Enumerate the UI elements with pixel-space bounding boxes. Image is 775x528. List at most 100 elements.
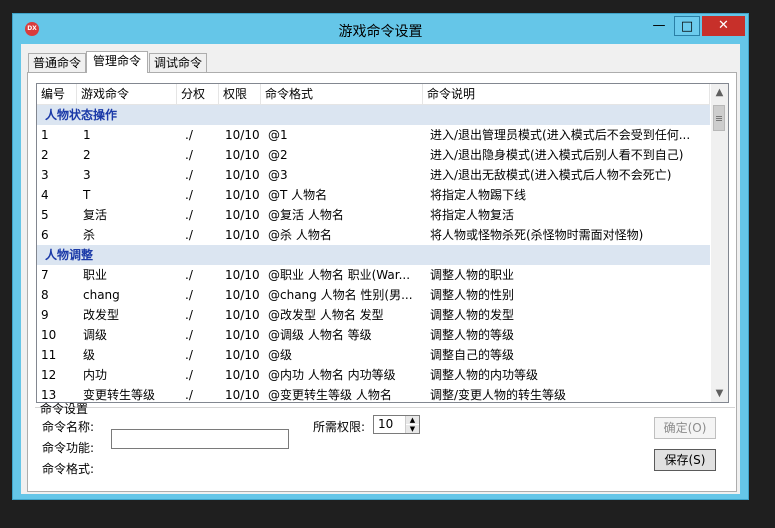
table-row[interactable]: 11 级 ./ 10/10 @级 调整自己的等级 xyxy=(37,345,710,365)
permission-value[interactable]: 10 xyxy=(378,417,393,431)
table-row[interactable]: 7 职业 ./ 10/10 @职业 人物名 职业(War... 调整人物的职业 xyxy=(37,265,710,285)
cell-description: 进入/退出无敌模式(进入模式后人物不会死亡) xyxy=(430,168,672,182)
permission-spinner[interactable]: 10 ▲ ▼ xyxy=(373,415,420,434)
cell-id: 3 xyxy=(41,168,49,182)
spin-up-icon[interactable]: ▲ xyxy=(406,416,419,424)
group-header[interactable]: 人物调整 xyxy=(37,245,710,265)
cell-format: @复活 人物名 xyxy=(268,208,344,222)
cell-delegate: ./ xyxy=(185,348,193,362)
scroll-up-icon[interactable]: ▲ xyxy=(711,84,728,101)
cell-delegate: ./ xyxy=(185,128,193,142)
cell-permission: 10/10 xyxy=(225,348,260,362)
cell-description: 调整人物的内功等级 xyxy=(430,368,539,382)
cell-description: 调整人物的发型 xyxy=(430,308,515,322)
close-button[interactable]: ✕ xyxy=(702,16,745,36)
ok-button[interactable]: 确定(O) xyxy=(654,417,716,439)
spinner-buttons: ▲ ▼ xyxy=(405,416,419,433)
cell-format: @变更转生等级 人物名 xyxy=(268,388,392,402)
cell-format: @职业 人物名 职业(War... xyxy=(268,268,411,282)
cell-description: 进入/退出管理员模式(进入模式后不会受到任何... xyxy=(430,128,691,142)
cell-permission: 10/10 xyxy=(225,228,260,242)
cell-command: 调级 xyxy=(83,328,108,342)
cell-format: @级 xyxy=(268,348,293,362)
cell-format: @杀 人物名 xyxy=(268,228,332,242)
tab-admin-commands[interactable]: 管理命令 xyxy=(86,51,148,73)
table-row[interactable]: 3 3 ./ 10/10 @3 进入/退出无敌模式(进入模式后人物不会死亡) xyxy=(37,165,710,185)
cell-permission: 10/10 xyxy=(225,388,260,402)
table-row[interactable]: 10 调级 ./ 10/10 @调级 人物名 等级 调整人物的等级 xyxy=(37,325,710,345)
cell-description: 调整/变更人物的转生等级 xyxy=(430,388,567,402)
cell-delegate: ./ xyxy=(185,188,193,202)
cell-format: @1 xyxy=(268,128,288,142)
cell-delegate: ./ xyxy=(185,148,193,162)
cell-delegate: ./ xyxy=(185,368,193,382)
command-name-label: 命令名称: xyxy=(42,420,95,434)
table-row[interactable]: 8 chang ./ 10/10 @chang 人物名 性别(男... 调整人物的性别 xyxy=(37,285,710,305)
table-row[interactable]: 6 杀 ./ 10/10 @杀 人物名 将人物或怪物杀死(杀怪物时需面对怪物) xyxy=(37,225,710,245)
settings-group-label: 命令设置 xyxy=(40,402,89,416)
cell-delegate: ./ xyxy=(185,308,193,322)
title-bar[interactable]: DX 游戏命令设置 — □ ✕ xyxy=(13,14,748,44)
cell-format: @chang 人物名 性别(男... xyxy=(268,288,413,302)
required-permission-label: 所需权限: xyxy=(313,420,366,434)
cell-delegate: ./ xyxy=(185,228,193,242)
cell-id: 5 xyxy=(41,208,49,222)
command-name-input[interactable] xyxy=(111,429,289,449)
cell-id: 11 xyxy=(41,348,57,362)
column-header-permission[interactable]: 权限 xyxy=(219,84,261,104)
cell-command: 复活 xyxy=(83,208,108,222)
table-row[interactable]: 4 T ./ 10/10 @T 人物名 将指定人物踢下线 xyxy=(37,185,710,205)
cell-permission: 10/10 xyxy=(225,308,260,322)
group-header[interactable]: 人物状态操作 xyxy=(37,105,710,125)
cell-delegate: ./ xyxy=(185,268,193,282)
cell-permission: 10/10 xyxy=(225,368,260,382)
cell-description: 将人物或怪物杀死(杀怪物时需面对怪物) xyxy=(430,228,644,242)
cell-delegate: ./ xyxy=(185,288,193,302)
tab-normal-commands[interactable]: 普通命令 xyxy=(28,53,86,72)
column-header-command[interactable]: 游戏命令 xyxy=(77,84,177,104)
maximize-button[interactable]: □ xyxy=(674,16,700,36)
table-row[interactable]: 5 复活 ./ 10/10 @复活 人物名 将指定人物复活 xyxy=(37,205,710,225)
cell-description: 进入/退出隐身模式(进入模式后别人看不到自己) xyxy=(430,148,684,162)
column-header-id[interactable]: 编号 xyxy=(37,84,77,104)
scroll-down-icon[interactable]: ▼ xyxy=(711,385,728,402)
spin-down-icon[interactable]: ▼ xyxy=(406,425,419,433)
save-button[interactable]: 保存(S) xyxy=(654,449,716,471)
cell-id: 10 xyxy=(41,328,57,342)
grip-line xyxy=(716,118,722,119)
cell-id: 2 xyxy=(41,148,49,162)
scroll-thumb[interactable] xyxy=(713,105,725,131)
cell-format: @T 人物名 xyxy=(268,188,328,202)
cell-format: @3 xyxy=(268,168,288,182)
cell-id: 6 xyxy=(41,228,49,242)
tab-debug-commands[interactable]: 调试命令 xyxy=(149,53,207,72)
cell-delegate: ./ xyxy=(185,328,193,342)
cell-command: 内功 xyxy=(83,368,108,382)
cell-command: 改发型 xyxy=(83,308,120,322)
cell-delegate: ./ xyxy=(185,388,193,402)
cell-id: 4 xyxy=(41,188,49,202)
table-row[interactable]: 12 内功 ./ 10/10 @内功 人物名 内功等级 调整人物的内功等级 xyxy=(37,365,710,385)
column-header-format[interactable]: 命令格式 xyxy=(261,84,423,104)
table-row[interactable]: 1 1 ./ 10/10 @1 进入/退出管理员模式(进入模式后不会受到任何... xyxy=(37,125,710,145)
table-row[interactable]: 9 改发型 ./ 10/10 @改发型 人物名 发型 调整人物的发型 xyxy=(37,305,710,325)
minimize-button[interactable]: — xyxy=(646,16,672,36)
command-list[interactable]: 编号 游戏命令 分权 权限 命令格式 命令说明 人物状态操作 1 1 ./ 10/10 @… xyxy=(36,83,729,403)
cell-permission: 10/10 xyxy=(225,128,260,142)
cell-id: 1 xyxy=(41,128,49,142)
cell-permission: 10/10 xyxy=(225,188,260,202)
cell-description: 将指定人物踢下线 xyxy=(430,188,527,202)
cell-permission: 10/10 xyxy=(225,328,260,342)
cell-command: 杀 xyxy=(83,228,96,242)
table-row[interactable]: 2 2 ./ 10/10 @2 进入/退出隐身模式(进入模式后别人看不到自己) xyxy=(37,145,710,165)
cell-command: 职业 xyxy=(83,268,108,282)
list-scrollbar[interactable]: ▲ ▼ xyxy=(711,84,728,402)
cell-command: 2 xyxy=(83,148,91,162)
command-format-label: 命令格式: xyxy=(42,462,95,476)
column-header-delegate[interactable]: 分权 xyxy=(177,84,219,104)
table-row[interactable]: 13 变更转生等级 ./10/10 @变更转生等级 人物名 调整/变更人物的转生等级 xyxy=(37,385,710,402)
column-header-description[interactable]: 命令说明 xyxy=(423,84,710,104)
settings-divider xyxy=(35,407,735,408)
cell-id: 8 xyxy=(41,288,49,302)
grip-line xyxy=(716,116,722,117)
